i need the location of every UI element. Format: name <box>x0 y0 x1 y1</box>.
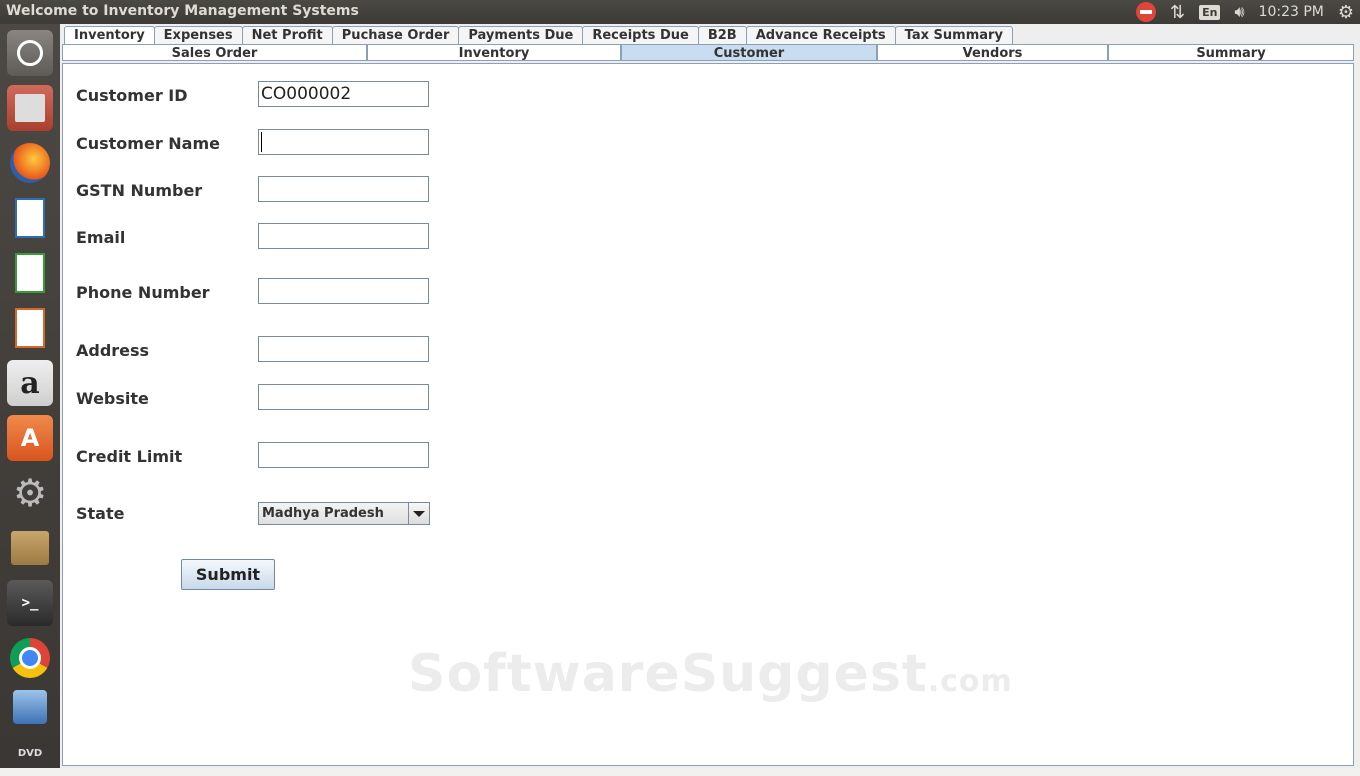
credit-limit-field[interactable] <box>258 442 429 468</box>
phone-number-label: Phone Number <box>76 283 210 302</box>
tab-b2b[interactable]: B2B <box>697 26 747 44</box>
keyboard-language-indicator[interactable]: En <box>1199 4 1221 20</box>
top-panel: Welcome to Inventory Management Systems … <box>0 0 1360 24</box>
gear-icon[interactable]: ⚙ <box>1338 2 1354 23</box>
subtab-vendors[interactable]: Vendors <box>877 44 1108 61</box>
launcher: a A ⚙ >_ DVD <box>0 24 60 768</box>
volume-icon[interactable]: 🔊︎ <box>1234 2 1244 22</box>
tab-net-profit[interactable]: Net Profit <box>241 26 333 44</box>
website-label: Website <box>76 389 149 408</box>
firefox-icon[interactable] <box>7 140 53 186</box>
main-tab-bar: Inventory Expenses Net Profit Puchase Or… <box>64 26 1013 44</box>
customer-id-field[interactable]: CO000002 <box>258 81 429 107</box>
subtab-sales-order[interactable]: Sales Order <box>62 44 367 61</box>
amazon-icon[interactable]: a <box>7 360 53 406</box>
email-field[interactable] <box>258 223 429 249</box>
website-field[interactable] <box>258 384 429 410</box>
sub-tab-bar: Sales Order Inventory Customer Vendors S… <box>62 44 1354 62</box>
stop-icon[interactable] <box>1135 2 1156 22</box>
tab-payments-due[interactable]: Payments Due <box>458 26 584 44</box>
tab-receipts-due[interactable]: Receipts Due <box>582 26 699 44</box>
tab-inventory[interactable]: Inventory <box>64 26 155 44</box>
chrome-icon[interactable] <box>7 635 53 681</box>
virtualbox-icon[interactable] <box>7 684 53 730</box>
network-icon[interactable]: ⇅ <box>1170 2 1185 23</box>
subtab-inventory[interactable]: Inventory <box>367 44 621 61</box>
clock[interactable]: 10:23 PM <box>1259 4 1324 20</box>
window-title: Welcome to Inventory Management Systems <box>6 3 359 19</box>
calc-icon[interactable] <box>7 250 53 296</box>
submit-button[interactable]: Submit <box>181 559 275 590</box>
state-dropdown[interactable]: Madhya Pradesh <box>258 502 430 525</box>
customer-name-label: Customer Name <box>76 134 220 153</box>
credit-limit-label: Credit Limit <box>76 447 183 466</box>
application-window: Inventory Expenses Net Profit Puchase Or… <box>60 24 1360 768</box>
watermark: SoftwareSuggest.com <box>408 644 1013 704</box>
address-field[interactable] <box>258 336 429 362</box>
archive-icon[interactable] <box>7 525 53 571</box>
software-center-icon[interactable]: A <box>7 415 53 461</box>
impress-icon[interactable] <box>7 305 53 351</box>
files-icon[interactable] <box>7 85 53 131</box>
state-selected-value: Madhya Pradesh <box>259 503 408 524</box>
address-label: Address <box>76 341 150 360</box>
tab-purchase-order[interactable]: Puchase Order <box>331 26 460 44</box>
customer-name-field[interactable] <box>258 129 429 155</box>
terminal-icon[interactable]: >_ <box>7 580 53 626</box>
gstn-number-field[interactable] <box>258 176 429 202</box>
system-settings-icon[interactable]: ⚙ <box>7 470 53 516</box>
email-label: Email <box>76 228 126 247</box>
subtab-summary[interactable]: Summary <box>1108 44 1354 61</box>
gstn-number-label: GSTN Number <box>76 181 203 200</box>
dvd-icon[interactable]: DVD <box>7 730 53 776</box>
customer-form-panel: Customer ID CO000002 Customer Name GSTN … <box>62 63 1354 766</box>
ubuntu-dash-icon[interactable] <box>7 30 53 76</box>
tab-tax-summary[interactable]: Tax Summary <box>894 26 1013 44</box>
customer-id-label: Customer ID <box>76 86 188 105</box>
system-tray: ⇅ En 🔊︎ 10:23 PM ⚙ <box>1135 0 1360 24</box>
tab-expenses[interactable]: Expenses <box>153 26 243 44</box>
writer-icon[interactable] <box>7 195 53 241</box>
state-label: State <box>76 504 125 523</box>
tab-advance-receipts[interactable]: Advance Receipts <box>745 26 896 44</box>
phone-number-field[interactable] <box>258 278 429 304</box>
chevron-down-icon[interactable] <box>408 503 429 524</box>
subtab-customer[interactable]: Customer <box>621 44 877 61</box>
text-caret <box>261 132 262 152</box>
